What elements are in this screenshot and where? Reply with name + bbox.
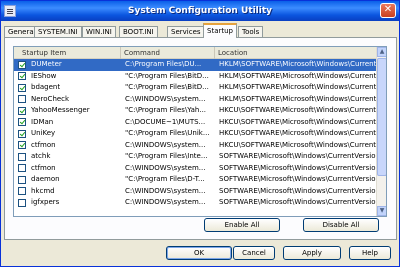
tab-strip: General SYSTEM.INI WIN.INI BOOT.INI Serv… — [4, 23, 398, 38]
title-bar[interactable]: System Configuration Utility ✕ — [1, 1, 399, 21]
table-row[interactable]: DUMeter C:\Program Files\DU... HKLM\SOFTWA… — [14, 59, 377, 71]
startup-item-command: C:\WINDOWS\system... — [125, 186, 206, 195]
cancel-button[interactable]: Cancel — [233, 246, 275, 260]
startup-item-location: SOFTWARE\Microsoft\Windows\CurrentVersio… — [219, 175, 377, 183]
help-button[interactable]: Help — [349, 246, 391, 260]
ok-button[interactable]: OK — [166, 246, 232, 260]
startup-item-command: "C:\Program Files\Yah... — [125, 106, 207, 114]
table-row[interactable]: ctfmon C:\WINDOWS\system... SOFTWARE\Micro… — [14, 163, 377, 175]
startup-item-location: SOFTWARE\Microsoft\Windows\CurrentVersio… — [219, 198, 377, 206]
startup-item-checkbox[interactable] — [18, 198, 26, 207]
startup-item-location: SOFTWARE\Microsoft\Windows\CurrentVersio… — [219, 163, 377, 172]
startup-item-location: HKLM\SOFTWARE\Microsoft\Windows\CurrentV… — [219, 94, 377, 103]
table-row[interactable]: hkcmd C:\WINDOWS\system... SOFTWARE\Micros… — [14, 186, 377, 198]
table-row[interactable]: ctfmon C:\WINDOWS\system... HKCU\SOFTWARE\… — [14, 140, 377, 152]
startup-item-checkbox[interactable] — [18, 83, 26, 92]
list-header: Startup Item Command Location — [14, 47, 377, 59]
enable-all-button[interactable]: Enable All — [204, 218, 280, 232]
column-header-command[interactable]: Command — [121, 47, 215, 59]
startup-item-command: C:\WINDOWS\system... — [125, 163, 206, 172]
startup-item-location: HKLM\SOFTWARE\Microsoft\Windows\CurrentV… — [219, 71, 377, 80]
table-row[interactable]: atchk "C:\Program Files\Inte... SOFTWARE\M… — [14, 151, 377, 163]
startup-item-command: C:\WINDOWS\system... — [125, 140, 206, 149]
table-row[interactable]: bdagent "C:\Program Files\BitD... HKLM\SOF… — [14, 82, 377, 94]
column-header-location[interactable]: Location — [215, 47, 377, 59]
startup-item-command: "C:\Program Files\D-T... — [125, 175, 205, 183]
startup-item-location: SOFTWARE\Microsoft\Windows\CurrentVersio… — [219, 152, 377, 160]
startup-item-command: "C:\Program Files\Inte... — [125, 152, 208, 160]
scroll-thumb[interactable] — [377, 58, 386, 176]
disable-all-button[interactable]: Disable All — [303, 218, 379, 232]
startup-item-checkbox[interactable] — [18, 106, 26, 115]
apply-button[interactable]: Apply — [283, 246, 341, 260]
startup-item-checkbox[interactable] — [18, 175, 26, 184]
startup-item-checkbox[interactable] — [18, 72, 26, 80]
table-row[interactable]: IEShow "C:\Program Files\BitD... HKLM\SOFT… — [14, 71, 377, 83]
startup-item-command: "C:\Program Files\BitD... — [125, 71, 209, 80]
table-row[interactable]: UniKey "C:\Program Files\Unik... HKCU\SOFT… — [14, 128, 377, 140]
table-row[interactable]: igfxpers C:\WINDOWS\system... SOFTWARE\Mic… — [14, 197, 377, 209]
startup-item-name: YahooMessenger — [31, 106, 90, 114]
scroll-down-arrow-icon[interactable]: ▼ — [377, 206, 386, 216]
startup-item-name: DUMeter — [31, 60, 62, 68]
startup-item-command: C:\DOCUME~1\MUTS... — [125, 117, 206, 126]
startup-item-command: "C:\Program Files\BitD... — [125, 83, 209, 91]
tab-startup[interactable]: Startup — [203, 23, 237, 38]
startup-item-command: C:\WINDOWS\system... — [125, 94, 206, 103]
startup-item-name: UniKey — [31, 129, 56, 137]
startup-item-checkbox[interactable] — [18, 141, 26, 149]
startup-item-checkbox[interactable] — [18, 187, 26, 195]
startup-item-name: bdagent — [31, 83, 61, 91]
close-button[interactable]: ✕ — [380, 3, 396, 18]
startup-item-name: atchk — [31, 152, 51, 160]
table-row[interactable]: daemon "C:\Program Files\D-T... SOFTWARE\M… — [14, 174, 377, 186]
startup-item-name: daemon — [31, 175, 60, 183]
startup-items-list[interactable]: Startup Item Command Location DUMeter C:\… — [13, 46, 387, 217]
list-rows: DUMeter C:\Program Files\DU... HKLM\SOFTWA… — [14, 59, 377, 209]
startup-item-location: HKCU\SOFTWARE\Microsoft\Windows\CurrentV… — [219, 106, 377, 114]
tab-win-ini[interactable]: WIN.INI — [82, 26, 116, 37]
startup-item-name: ctfmon — [31, 163, 56, 172]
startup-item-command: C:\Program Files\DU... — [125, 60, 202, 68]
startup-item-name: IDMan — [31, 117, 54, 126]
startup-item-location: SOFTWARE\Microsoft\Windows\CurrentVersio… — [219, 186, 377, 195]
vertical-scrollbar[interactable]: ▲ ▼ — [376, 47, 386, 216]
column-header-startup-item[interactable]: Startup Item — [14, 47, 121, 59]
table-row[interactable]: IDMan C:\DOCUME~1\MUTS... HKCU\SOFTWARE\Mi… — [14, 117, 377, 129]
startup-item-checkbox[interactable] — [18, 118, 26, 126]
startup-item-checkbox[interactable] — [18, 60, 26, 69]
startup-item-name: hkcmd — [31, 186, 55, 195]
table-row[interactable]: YahooMessenger "C:\Program Files\Yah... HK… — [14, 105, 377, 117]
startup-item-command: C:\WINDOWS\system... — [125, 198, 206, 206]
startup-item-location: HKLM\SOFTWARE\Microsoft\Windows\CurrentV… — [219, 83, 377, 91]
scroll-up-arrow-icon[interactable]: ▲ — [377, 47, 386, 57]
system-configuration-window: System Configuration Utility ✕ General S… — [0, 0, 400, 267]
tab-services[interactable]: Services — [167, 26, 205, 37]
startup-item-name: igfxpers — [31, 198, 60, 206]
tab-system-ini[interactable]: SYSTEM.INI — [34, 26, 82, 37]
startup-item-location: HKLM\SOFTWARE\Microsoft\Windows\CurrentV… — [219, 60, 377, 68]
startup-item-location: HKCU\SOFTWARE\Microsoft\Windows\CurrentV… — [219, 129, 377, 137]
startup-item-checkbox[interactable] — [18, 152, 26, 161]
startup-item-command: "C:\Program Files\Unik... — [125, 129, 210, 137]
startup-item-name: IEShow — [31, 71, 57, 80]
window-title: System Configuration Utility — [128, 6, 272, 16]
tab-boot-ini[interactable]: BOOT.INI — [119, 26, 158, 37]
startup-item-name: ctfmon — [31, 140, 56, 149]
table-row[interactable]: NeroCheck C:\WINDOWS\system... HKLM\SOFTWA… — [14, 94, 377, 106]
startup-item-name: NeroCheck — [31, 94, 70, 103]
tab-tools[interactable]: Tools — [238, 26, 264, 37]
startup-item-checkbox[interactable] — [18, 129, 26, 138]
startup-item-location: HKCU\SOFTWARE\Microsoft\Windows\CurrentV… — [219, 140, 377, 149]
startup-item-location: HKCU\SOFTWARE\Microsoft\Windows\CurrentV… — [219, 117, 377, 126]
startup-item-checkbox[interactable] — [18, 95, 26, 103]
startup-item-checkbox[interactable] — [18, 164, 26, 172]
